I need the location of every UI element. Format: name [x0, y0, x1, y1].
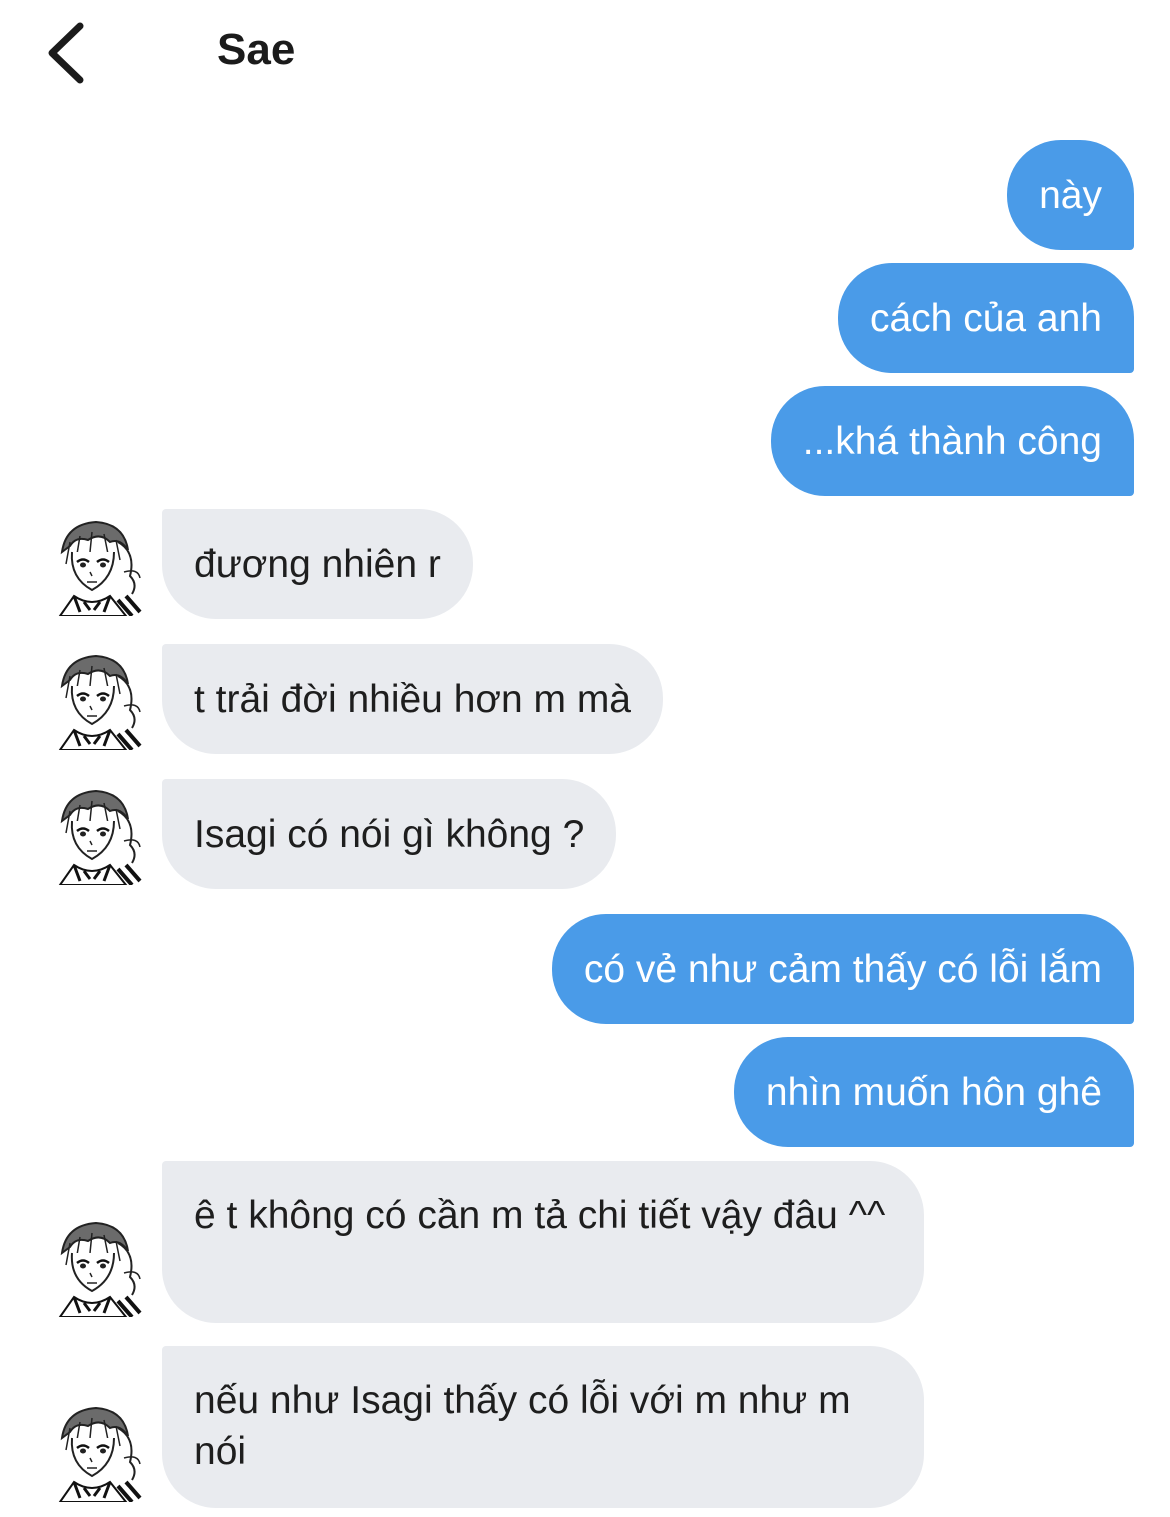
avatar[interactable] [40, 781, 144, 885]
incoming-message[interactable]: nếu như Isagi thấy có lỗi với m như m nó… [162, 1346, 924, 1508]
incoming-message[interactable]: ê t không có cần m tả chi tiết vậy đâu ^… [162, 1161, 924, 1323]
back-button[interactable] [40, 18, 100, 88]
avatar[interactable] [40, 1398, 144, 1502]
incoming-message[interactable]: đương nhiên r [162, 509, 473, 619]
message-text: cách của anh [869, 296, 1102, 340]
contact-name: Sae [217, 25, 296, 74]
avatar[interactable] [40, 512, 144, 616]
message-text: ê t không có cần m tả chi tiết vậy đâu ^… [194, 1194, 886, 1237]
outgoing-message[interactable]: có vẻ như cảm thấy có lỗi lắm [551, 914, 1134, 1024]
chat-header: Sae [0, 0, 1170, 110]
outgoing-message[interactable]: này [1007, 140, 1134, 250]
message-text: t trải đời nhiều hơn m mà [194, 677, 631, 721]
message-text: Isagi có nói gì không ? [194, 812, 585, 856]
avatar[interactable] [40, 1213, 144, 1317]
incoming-message[interactable]: Isagi có nói gì không ? [162, 779, 617, 889]
incoming-message[interactable]: t trải đời nhiều hơn m mà [162, 644, 663, 754]
outgoing-message[interactable]: ...khá thành công [770, 386, 1134, 496]
message-text: đương nhiên r [194, 542, 441, 586]
message-text: ...khá thành công [802, 419, 1102, 463]
outgoing-message[interactable]: nhìn muốn hôn ghê [733, 1037, 1134, 1147]
message-text: này [1039, 173, 1102, 217]
outgoing-message[interactable]: cách của anh [837, 263, 1134, 373]
message-text: nếu như Isagi thấy có lỗi với m như m nó… [194, 1379, 851, 1473]
message-text: có vẻ như cảm thấy có lỗi lắm [583, 947, 1102, 991]
message-text: nhìn muốn hôn ghê [765, 1070, 1102, 1114]
chevron-left-icon [48, 22, 84, 84]
avatar[interactable] [40, 646, 144, 750]
